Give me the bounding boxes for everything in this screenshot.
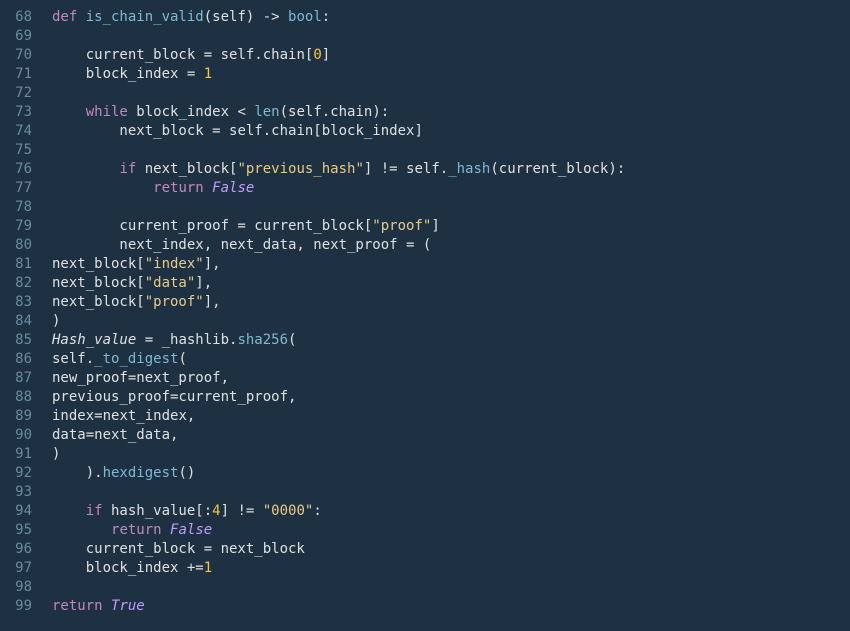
line-number: 96: [0, 540, 52, 559]
code-content: block_index = 1: [52, 65, 212, 84]
line-number: 90: [0, 426, 52, 445]
code-line: 75: [0, 141, 850, 160]
code-line: 89index=next_index,: [0, 407, 850, 426]
code-content: def is_chain_valid(self) -> bool:: [52, 8, 330, 27]
line-number: 88: [0, 388, 52, 407]
code-content: new_proof=next_proof,: [52, 369, 229, 388]
code-line: 92 ).hexdigest(): [0, 464, 850, 483]
code-line: 72: [0, 84, 850, 103]
line-number: 99: [0, 597, 52, 616]
code-line: 71 block_index = 1: [0, 65, 850, 84]
line-number: 85: [0, 331, 52, 350]
code-line: 90data=next_data,: [0, 426, 850, 445]
code-content: while block_index < len(self.chain):: [52, 103, 389, 122]
code-line: 86self._to_digest(: [0, 350, 850, 369]
code-editor: 68def is_chain_valid(self) -> bool:6970 …: [0, 8, 850, 616]
line-number: 93: [0, 483, 52, 502]
code-line: 84): [0, 312, 850, 331]
line-number: 73: [0, 103, 52, 122]
code-content: next_block["data"],: [52, 274, 212, 293]
line-number: 76: [0, 160, 52, 179]
code-line: 99return True: [0, 597, 850, 616]
code-line: 77 return False: [0, 179, 850, 198]
line-number: 83: [0, 293, 52, 312]
code-line: 88previous_proof=current_proof,: [0, 388, 850, 407]
code-line: 73 while block_index < len(self.chain):: [0, 103, 850, 122]
code-content: self._to_digest(: [52, 350, 187, 369]
code-content: return False: [52, 521, 212, 540]
code-line: 91): [0, 445, 850, 464]
code-content: data=next_data,: [52, 426, 178, 445]
line-number: 98: [0, 578, 52, 597]
code-line: 97 block_index +=1: [0, 559, 850, 578]
code-content: previous_proof=current_proof,: [52, 388, 296, 407]
line-number: 87: [0, 369, 52, 388]
line-number: 70: [0, 46, 52, 65]
line-number: 80: [0, 236, 52, 255]
code-line: 96 current_block = next_block: [0, 540, 850, 559]
code-line: 69: [0, 27, 850, 46]
code-line: 85Hash_value = _hashlib.sha256(: [0, 331, 850, 350]
code-content: current_block = self.chain[0]: [52, 46, 330, 65]
line-number: 97: [0, 559, 52, 578]
code-line: 98: [0, 578, 850, 597]
line-number: 84: [0, 312, 52, 331]
code-line: 79 current_proof = current_block["proof"…: [0, 217, 850, 236]
line-number: 86: [0, 350, 52, 369]
code-content: current_proof = current_block["proof"]: [52, 217, 440, 236]
code-line: 83next_block["proof"],: [0, 293, 850, 312]
line-number: 71: [0, 65, 52, 84]
code-line: 74 next_block = self.chain[block_index]: [0, 122, 850, 141]
code-line: 81next_block["index"],: [0, 255, 850, 274]
code-content: next_block["proof"],: [52, 293, 221, 312]
line-number: 92: [0, 464, 52, 483]
code-line: 94 if hash_value[:4] != "0000":: [0, 502, 850, 521]
code-line: 80 next_index, next_data, next_proof = (: [0, 236, 850, 255]
code-line: 70 current_block = self.chain[0]: [0, 46, 850, 65]
code-line: 93: [0, 483, 850, 502]
code-line: 68def is_chain_valid(self) -> bool:: [0, 8, 850, 27]
line-number: 82: [0, 274, 52, 293]
line-number: 78: [0, 198, 52, 217]
code-content: Hash_value = _hashlib.sha256(: [52, 331, 296, 350]
code-line: 76 if next_block["previous_hash"] != sel…: [0, 160, 850, 179]
line-number: 91: [0, 445, 52, 464]
line-number: 75: [0, 141, 52, 160]
code-content: ): [52, 445, 60, 464]
code-content: if hash_value[:4] != "0000":: [52, 502, 322, 521]
line-number: 81: [0, 255, 52, 274]
line-number: 77: [0, 179, 52, 198]
code-content: current_block = next_block: [52, 540, 305, 559]
line-number: 72: [0, 84, 52, 103]
code-content: next_block = self.chain[block_index]: [52, 122, 423, 141]
code-content: block_index +=1: [52, 559, 212, 578]
line-number: 94: [0, 502, 52, 521]
code-line: 82next_block["data"],: [0, 274, 850, 293]
code-content: return False: [52, 179, 254, 198]
code-content: if next_block["previous_hash"] != self._…: [52, 160, 625, 179]
code-content: return True: [52, 597, 145, 616]
line-number: 68: [0, 8, 52, 27]
code-content: index=next_index,: [52, 407, 195, 426]
code-line: 78: [0, 198, 850, 217]
line-number: 89: [0, 407, 52, 426]
code-content: ): [52, 312, 60, 331]
line-number: 69: [0, 27, 52, 46]
code-content: next_block["index"],: [52, 255, 221, 274]
code-content: next_index, next_data, next_proof = (: [52, 236, 431, 255]
code-line: 87new_proof=next_proof,: [0, 369, 850, 388]
line-number: 95: [0, 521, 52, 540]
line-number: 74: [0, 122, 52, 141]
line-number: 79: [0, 217, 52, 236]
code-content: ).hexdigest(): [52, 464, 195, 483]
code-line: 95 return False: [0, 521, 850, 540]
